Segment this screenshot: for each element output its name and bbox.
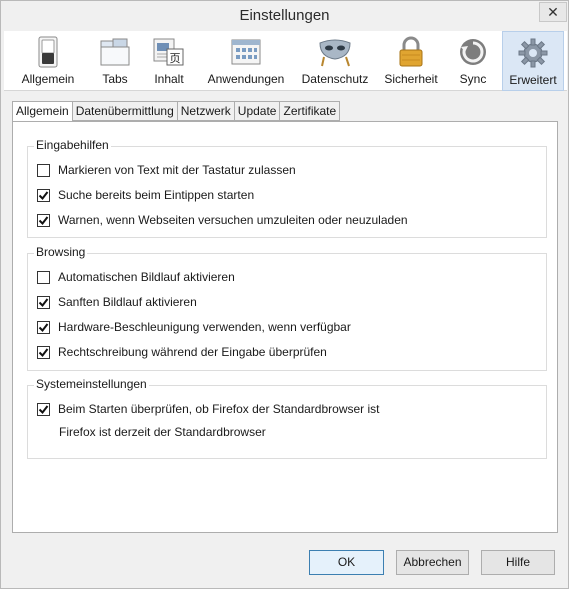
cancel-button[interactable]: Abbrechen — [396, 550, 469, 575]
svg-text:页: 页 — [170, 52, 181, 65]
checkmark-icon — [38, 347, 49, 357]
applications-icon — [229, 36, 263, 68]
option-label: Suche bereits beim Eintippen starten — [58, 188, 255, 202]
checkmark-icon — [38, 215, 49, 225]
option-row[interactable]: Hardware-Beschleunigung verwenden, wenn … — [37, 318, 351, 336]
checkbox-keyboard-text-select[interactable] — [37, 163, 50, 177]
default-browser-status: Firefox ist derzeit der Standardbrowser — [59, 425, 266, 439]
option-label: Warnen, wenn Webseiten versuchen umzulei… — [58, 213, 408, 227]
checkbox-default-browser-check[interactable] — [37, 402, 50, 416]
ok-button[interactable]: OK — [309, 550, 384, 575]
switch-icon — [31, 36, 65, 68]
tab-general[interactable]: Allgemein — [12, 101, 73, 122]
option-label: Hardware-Beschleunigung verwenden, wenn … — [58, 320, 351, 334]
tab-panel-general: Eingabehilfen Markieren von Text mit der… — [12, 121, 558, 533]
tab-certificates[interactable]: Zertifikate — [280, 101, 341, 121]
option-label: Beim Starten überprüfen, ob Firefox der … — [58, 402, 380, 416]
checkmark-icon — [38, 404, 49, 414]
group-title: Browsing — [34, 245, 88, 259]
tab-data-choices[interactable]: Datenübermittlung — [72, 101, 178, 121]
checkbox-warn-redirect[interactable] — [37, 213, 50, 227]
option-row[interactable]: Beim Starten überprüfen, ob Firefox der … — [37, 400, 380, 418]
close-button[interactable]: ✕ — [539, 2, 567, 22]
toolbar-item-general[interactable]: Allgemein — [4, 31, 92, 91]
option-row[interactable]: Warnen, wenn Webseiten versuchen umzulei… — [37, 211, 408, 229]
checkbox-hardware-acceleration[interactable] — [37, 320, 50, 334]
toolbar-label: Anwendungen — [207, 72, 285, 86]
window-title: Einstellungen — [239, 7, 330, 24]
tabs-icon — [98, 36, 132, 68]
group-title: Eingabehilfen — [34, 138, 111, 152]
toolbar-item-sync[interactable]: Sync — [444, 31, 502, 91]
option-row[interactable]: Rechtschreibung während der Eingabe über… — [37, 343, 327, 361]
option-row[interactable]: Markieren von Text mit der Tastatur zula… — [37, 161, 296, 179]
advanced-tabs: Allgemein Datenübermittlung Netzwerk Upd… — [12, 101, 341, 122]
group-system: Systemeinstellungen Beim Starten überprü… — [27, 377, 547, 459]
padlock-icon — [394, 36, 428, 68]
checkmark-icon — [38, 322, 49, 332]
toolbar-label: Sync — [459, 72, 487, 86]
group-browsing: Browsing Automatischen Bildlauf aktivier… — [27, 245, 547, 371]
close-icon: ✕ — [547, 3, 559, 20]
checkbox-smooth-scroll[interactable] — [37, 295, 50, 309]
gear-icon — [516, 37, 550, 69]
group-accessibility: Eingabehilfen Markieren von Text mit der… — [27, 138, 547, 238]
toolbar-item-privacy[interactable]: Datenschutz — [292, 31, 378, 91]
toolbar-label: Tabs — [102, 72, 128, 86]
option-label: Markieren von Text mit der Tastatur zula… — [58, 163, 296, 177]
help-button[interactable]: Hilfe — [481, 550, 555, 575]
option-label: Sanften Bildlauf aktivieren — [58, 295, 197, 309]
toolbar-item-advanced[interactable]: Erweitert — [502, 31, 564, 91]
toolbar-label: Erweitert — [509, 73, 557, 87]
tab-update[interactable]: Update — [234, 101, 281, 121]
mask-icon — [318, 36, 352, 68]
toolbar-item-tabs[interactable]: Tabs — [92, 31, 138, 91]
toolbar-item-security[interactable]: Sicherheit — [378, 31, 444, 91]
checkmark-icon — [38, 297, 49, 307]
tab-network[interactable]: Netzwerk — [177, 101, 235, 121]
option-row[interactable]: Suche bereits beim Eintippen starten — [37, 186, 254, 204]
option-label: Rechtschreibung während der Eingabe über… — [58, 345, 327, 359]
title-bar: Einstellungen ✕ — [1, 1, 568, 31]
checkbox-search-on-type[interactable] — [37, 188, 50, 202]
sync-icon — [456, 36, 490, 68]
group-title: Systemeinstellungen — [34, 377, 149, 391]
checkmark-icon — [38, 190, 49, 200]
option-row[interactable]: Sanften Bildlauf aktivieren — [37, 293, 197, 311]
toolbar-item-applications[interactable]: Anwendungen — [200, 31, 292, 91]
preferences-toolbar: Allgemein Tabs 页 Inhalt Anwendungen Date… — [4, 31, 567, 91]
settings-window: Einstellungen ✕ Allgemein Tabs 页 Inhalt … — [0, 0, 569, 589]
toolbar-label: Sicherheit — [384, 72, 438, 86]
option-label: Automatischen Bildlauf aktivieren — [58, 270, 235, 284]
content-icon: 页 — [152, 36, 186, 68]
toolbar-label: Inhalt — [154, 72, 184, 86]
checkbox-spellcheck[interactable] — [37, 345, 50, 359]
toolbar-label: Datenschutz — [301, 72, 369, 86]
toolbar-label: Allgemein — [21, 72, 75, 86]
checkbox-autoscroll[interactable] — [37, 270, 50, 284]
option-row[interactable]: Automatischen Bildlauf aktivieren — [37, 268, 235, 286]
toolbar-item-content[interactable]: 页 Inhalt — [138, 31, 200, 91]
